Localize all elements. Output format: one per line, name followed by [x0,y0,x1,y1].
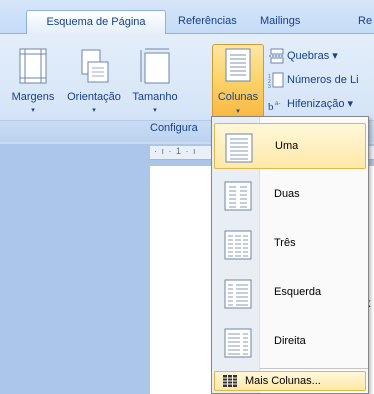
group-label-configurar-pagina: Configura [150,122,198,134]
menu-item-label: Três [274,237,296,249]
hyphenation-icon: b a- [268,101,280,112]
menu-item-label: Uma [275,140,299,152]
ruler-ticks: · ı · 1 · ı [154,146,197,156]
tab-revisao[interactable]: Re [358,10,374,34]
tamanho-label: Tamanho [132,91,178,103]
three-columns-icon [224,230,252,260]
chevron-down-icon: ▾ [153,107,157,114]
more-columns-icon [223,375,237,387]
chevron-down-icon: ▾ [236,108,240,115]
menu-item-tres[interactable]: Três [214,221,366,267]
quebras-label: Quebras ▾ [287,50,338,62]
columns-icon [225,48,251,82]
menu-item-label: Duas [274,188,300,200]
menu-item-esquerda[interactable]: Esquerda [214,270,366,316]
svg-text:3: 3 [268,84,271,88]
tamanho-button[interactable]: Tamanho ▾ [126,46,184,122]
line-numbers-icon: 1 2 3 [268,72,284,88]
hifenizacao-button[interactable]: b a- Hifenização ▾ [268,94,353,114]
margins-icon [19,48,47,84]
two-columns-icon [224,181,252,211]
orientation-icon [81,49,109,83]
tab-mailings[interactable]: Mailings [260,10,300,34]
svg-text:b: b [268,101,274,112]
quebras-button[interactable]: Quebras ▾ [268,46,338,66]
menu-item-uma[interactable]: Uma [214,123,366,169]
right-column-icon [224,328,252,358]
menu-item-label: Direita [274,335,306,347]
one-column-icon [225,133,253,163]
orientacao-button[interactable]: Orientação ▾ [62,46,126,122]
colunas-dropdown-menu: Uma Duas Três Esquerda Direita Mais Colu… [211,116,369,394]
mais-colunas-label: Mais Colunas... [245,375,321,387]
orientacao-label: Orientação [67,91,121,103]
chevron-down-icon: ▾ [92,107,96,114]
tab-referencias[interactable]: Referências [178,10,237,34]
mais-colunas-button[interactable]: Mais Colunas... [214,371,366,391]
ribbon-tab-strip: Esquema de Página Referências Mailings R… [0,0,374,34]
margens-button[interactable]: Margens ▾ [2,46,64,122]
numeros-label: Números de Li [287,74,359,86]
colunas-label: Colunas [217,91,259,103]
left-column-icon [224,279,252,309]
page-size-icon [140,48,170,84]
colunas-button[interactable]: Colunas ▾ [212,44,264,122]
breaks-icon [269,48,284,64]
menu-item-direita[interactable]: Direita [214,319,366,365]
margens-label: Margens [11,91,55,103]
numeros-de-linha-button[interactable]: 1 2 3 Números de Li [268,70,359,90]
chevron-down-icon: ▾ [31,107,35,114]
menu-divider [260,368,368,369]
menu-item-label: Esquerda [274,286,322,298]
tab-esquema-de-pagina[interactable]: Esquema de Página [26,10,166,34]
hifenizacao-label: Hifenização ▾ [287,98,354,110]
svg-text:a-: a- [275,101,280,107]
menu-item-duas[interactable]: Duas [214,172,366,218]
